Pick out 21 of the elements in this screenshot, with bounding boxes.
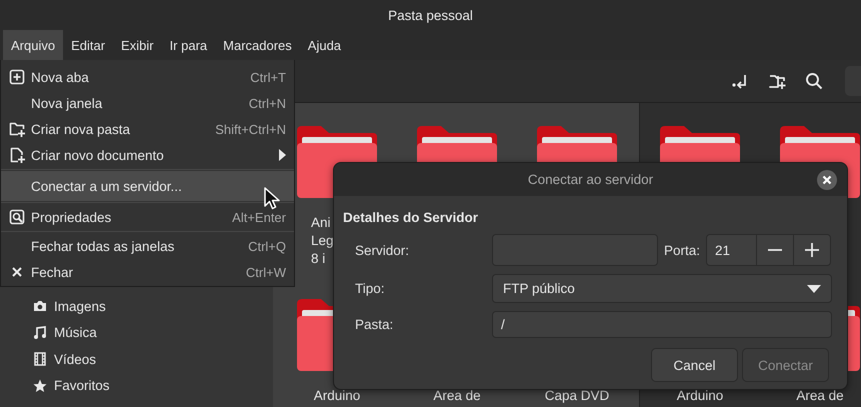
shortcut-label: Ctrl+Q bbox=[248, 238, 286, 254]
field-label: Porta: bbox=[664, 242, 700, 258]
file-label: 8 i bbox=[311, 251, 326, 266]
window-title: Pasta pessoal bbox=[388, 8, 473, 22]
shortcut-label: Ctrl+W bbox=[246, 264, 286, 280]
file-label: Área de bbox=[433, 388, 481, 403]
section-heading: Detalhes do Servidor bbox=[343, 209, 480, 227]
shortcut-label: Ctrl+T bbox=[250, 70, 286, 84]
file-label: Arduino bbox=[676, 388, 724, 403]
file-label: Área de bbox=[796, 388, 844, 403]
shortcut-label: Alt+Enter bbox=[232, 210, 286, 224]
file-label: Leg bbox=[311, 233, 334, 248]
shortcut-label: Shift+Ctrl+N bbox=[215, 122, 286, 136]
field-label: Tipo: bbox=[355, 281, 386, 296]
field-label: Pasta: bbox=[355, 317, 394, 332]
file-label: Ani bbox=[311, 215, 332, 230]
dialog-title: Conectar ao servidor bbox=[528, 172, 654, 187]
field-label: Servidor: bbox=[355, 242, 410, 258]
file-label: Capa DVD bbox=[544, 388, 610, 403]
file-label: Arduino bbox=[314, 388, 360, 403]
shortcut-label: Ctrl+N bbox=[248, 96, 286, 110]
